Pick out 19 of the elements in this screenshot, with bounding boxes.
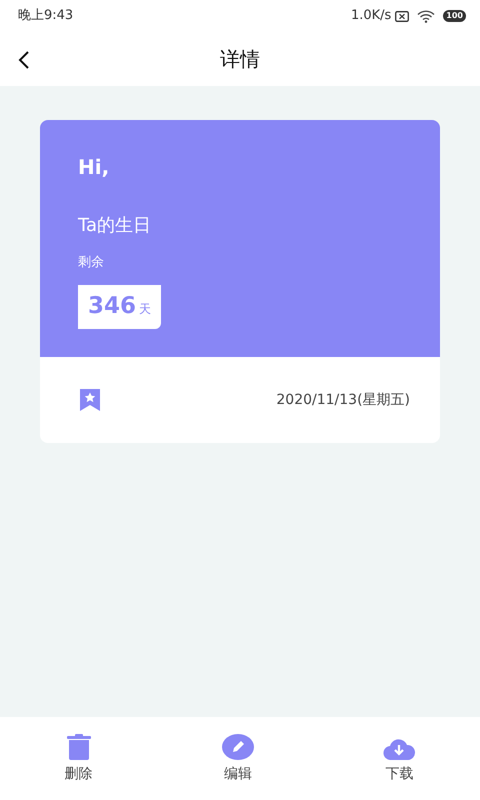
- trash-icon: [66, 734, 91, 760]
- download-button[interactable]: 下载: [383, 732, 416, 785]
- delete-button[interactable]: 删除: [64, 732, 93, 785]
- network-speed: 1.0K/s: [350, 7, 392, 26]
- bookmark-star-icon: [80, 389, 100, 411]
- cloud-download-icon: [383, 738, 416, 760]
- remaining-label: 剩余: [78, 254, 105, 272]
- greeting-text: Hi,: [78, 154, 110, 181]
- wifi-icon: [417, 10, 436, 22]
- page-title: 详情: [220, 46, 260, 73]
- pencil-icon: [222, 734, 254, 760]
- status-time: 晚上9:43: [18, 7, 74, 26]
- edit-button[interactable]: 编辑: [222, 732, 254, 785]
- days-count: 346: [88, 292, 136, 320]
- event-date: 2020/11/13(星期五): [276, 390, 410, 410]
- event-title: Ta的生日: [78, 214, 152, 238]
- sim-icon: [395, 10, 410, 22]
- battery-icon: 100: [443, 10, 466, 22]
- days-unit: 天: [139, 300, 152, 318]
